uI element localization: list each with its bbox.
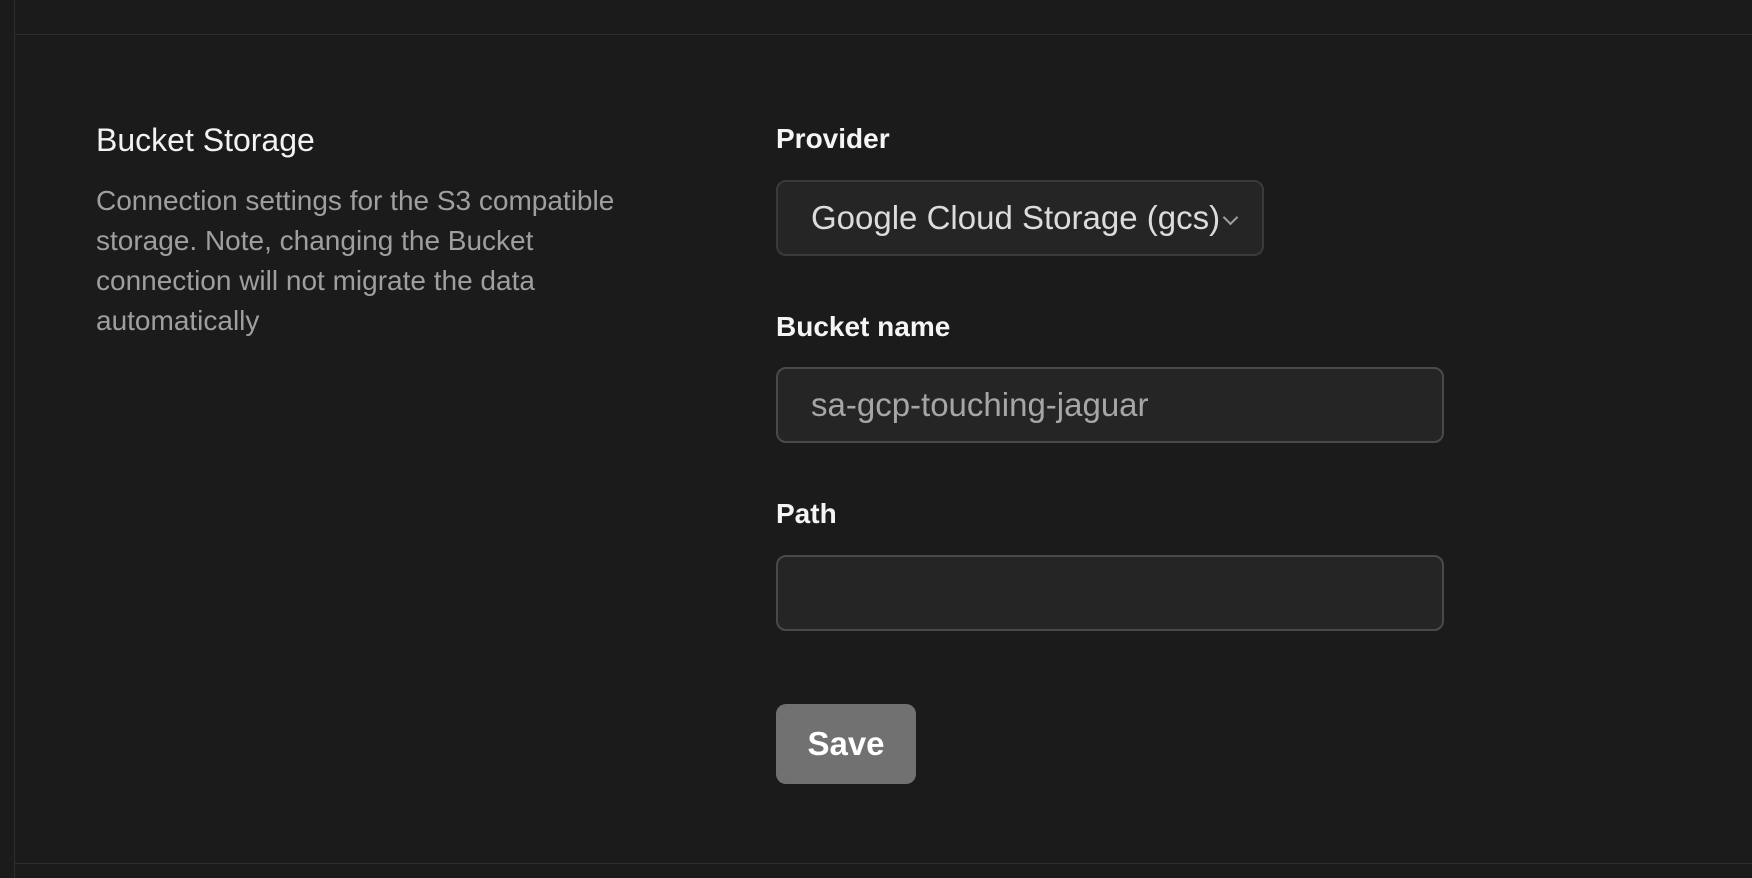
provider-select[interactable]: Google Cloud Storage (gcs): [776, 180, 1264, 256]
path-label: Path: [776, 498, 837, 529]
settings-panel: Bucket Storage Connection settings for t…: [0, 0, 1752, 878]
provider-label: Provider: [776, 123, 890, 154]
section-title: Bucket Storage: [96, 122, 315, 158]
left-divider: [14, 0, 15, 878]
section-description: Connection settings for the S3 compatibl…: [96, 185, 615, 336]
bucket-name-input[interactable]: [776, 367, 1444, 443]
chevron-down-icon: [1222, 209, 1239, 226]
path-input[interactable]: [776, 555, 1444, 631]
provider-selected-value: Google Cloud Storage (gcs): [811, 199, 1221, 236]
save-button[interactable]: Save: [776, 704, 916, 784]
bucket-name-label: Bucket name: [776, 311, 951, 342]
bottom-divider: [14, 863, 1752, 864]
top-divider: [14, 34, 1752, 35]
